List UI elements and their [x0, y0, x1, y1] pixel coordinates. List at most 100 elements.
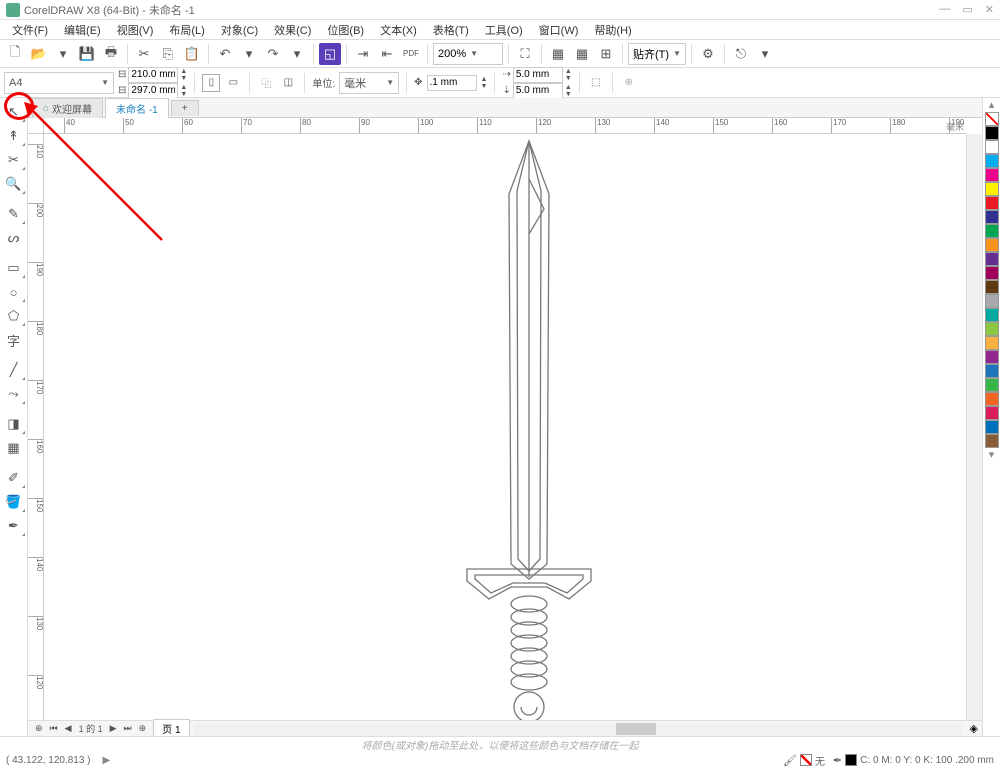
fill-indicator[interactable]: 🖌无 [783, 753, 825, 768]
treat-as-filled-icon[interactable]: ⬚ [587, 74, 605, 92]
color-swatch[interactable] [985, 266, 999, 280]
spinner-icon[interactable]: ▲▼ [180, 84, 187, 98]
color-swatch[interactable] [985, 154, 999, 168]
color-swatch[interactable] [985, 210, 999, 224]
open-dropdown[interactable]: ▾ [52, 43, 74, 65]
current-page-icon[interactable]: ◫ [279, 74, 297, 92]
units-dropdown[interactable]: 毫米▼ [339, 72, 399, 94]
menu-edit[interactable]: 编辑(E) [56, 20, 109, 40]
menu-effects[interactable]: 效果(C) [266, 20, 319, 40]
color-swatch[interactable] [985, 420, 999, 434]
search-content-button[interactable]: ◱ [319, 43, 341, 65]
color-swatch[interactable] [985, 252, 999, 266]
parallel-dim-tool[interactable]: ╱ [2, 359, 26, 381]
navigator-button[interactable]: ◈ [966, 722, 982, 735]
pick-tool[interactable]: ↖ [2, 101, 26, 123]
page-prev-button[interactable]: ◀ [62, 723, 75, 734]
color-swatch[interactable] [985, 294, 999, 308]
sword-drawing[interactable] [449, 139, 609, 720]
drawing-canvas[interactable] [44, 134, 966, 720]
shape-tool[interactable]: ↟ [2, 125, 26, 147]
new-button[interactable]: 🗋 [4, 43, 26, 65]
freehand-tool[interactable]: ✎ [2, 203, 26, 225]
spinner-icon[interactable]: ▲▼ [565, 84, 572, 98]
palette-up-button[interactable]: ▴ [983, 98, 1000, 112]
outline-indicator[interactable]: ✒C: 0 M: 0 Y: 0 K: 100 .200 mm [833, 754, 994, 767]
tab-document[interactable]: 未命名 -1 [105, 98, 169, 118]
artistic-media-tool[interactable]: ᔕ [2, 227, 26, 249]
save-button[interactable]: 💾 [76, 43, 98, 65]
redo-dropdown[interactable]: ▾ [286, 43, 308, 65]
page-height-input[interactable] [128, 83, 178, 99]
color-swatch[interactable] [985, 378, 999, 392]
page-first-button[interactable]: ⏮ [47, 723, 61, 734]
maximize-button[interactable]: ▭ [962, 3, 972, 16]
outline-tool[interactable]: ✒ [2, 515, 26, 537]
tab-add[interactable]: + [171, 100, 199, 116]
portrait-button[interactable]: ▯ [202, 74, 220, 92]
crop-tool[interactable]: ✂ [2, 149, 26, 171]
page-next-button[interactable]: ▶ [107, 723, 120, 734]
drop-shadow-tool[interactable]: ◨ [2, 413, 26, 435]
color-swatch[interactable] [985, 308, 999, 322]
paste-button[interactable]: 📋 [181, 43, 203, 65]
menu-text[interactable]: 文本(X) [372, 20, 425, 40]
dup-x-input[interactable] [513, 67, 563, 83]
page-last-button[interactable]: ⏭ [121, 723, 135, 734]
scrollbar-thumb[interactable] [616, 723, 656, 735]
color-swatch[interactable] [985, 336, 999, 350]
transparency-tool[interactable]: ▦ [2, 437, 26, 459]
page-add-button[interactable]: ⊕ [136, 723, 150, 734]
horizontal-scrollbar[interactable] [194, 723, 962, 735]
color-swatch[interactable] [985, 350, 999, 364]
color-swatch[interactable] [985, 196, 999, 210]
color-swatch[interactable] [985, 322, 999, 336]
page-width-input[interactable] [128, 67, 178, 83]
connector-tool[interactable]: ⤳ [2, 383, 26, 405]
zoom-tool[interactable]: 🔍 [2, 173, 26, 195]
eyedropper-tool[interactable]: ✐ [2, 467, 26, 489]
redo-button[interactable]: ↷ [262, 43, 284, 65]
menu-help[interactable]: 帮助(H) [586, 20, 639, 40]
color-swatch[interactable] [985, 406, 999, 420]
color-swatch[interactable] [985, 140, 999, 154]
fullscreen-button[interactable]: ⛶ [514, 43, 536, 65]
page-first-button[interactable]: ⊕ [32, 723, 46, 734]
polygon-tool[interactable]: ⬠ [2, 305, 26, 327]
guides-button[interactable]: ⊞ [595, 43, 617, 65]
menu-view[interactable]: 视图(V) [109, 20, 162, 40]
palette-down-button[interactable]: ▾ [983, 448, 1000, 462]
ellipse-tool[interactable]: ○ [2, 281, 26, 303]
cut-button[interactable]: ✂ [133, 43, 155, 65]
copy-button[interactable]: ⎘ [157, 43, 179, 65]
pdf-button[interactable]: PDF [400, 43, 422, 65]
color-swatch[interactable] [985, 168, 999, 182]
color-swatch[interactable] [985, 126, 999, 140]
rulers-button[interactable]: ▦ [547, 43, 569, 65]
menu-layout[interactable]: 布局(L) [161, 20, 212, 40]
dup-y-input[interactable] [513, 83, 563, 99]
landscape-button[interactable]: ▭ [224, 74, 242, 92]
color-swatch[interactable] [985, 182, 999, 196]
swatch-none[interactable] [985, 112, 999, 126]
color-swatch[interactable] [985, 238, 999, 252]
spinner-icon[interactable]: ▲▼ [565, 68, 572, 82]
zoom-dropdown[interactable]: 200%▼ [433, 43, 503, 65]
spinner-icon[interactable]: ▲▼ [180, 68, 187, 82]
menu-window[interactable]: 窗口(W) [531, 20, 587, 40]
color-swatch[interactable] [985, 224, 999, 238]
menu-tools[interactable]: 工具(O) [477, 20, 531, 40]
rectangle-tool[interactable]: ▭ [2, 257, 26, 279]
page-size-dropdown[interactable]: A4▼ [4, 72, 114, 94]
launch-dropdown[interactable]: ▾ [754, 43, 776, 65]
minimize-button[interactable]: — [939, 3, 950, 16]
color-swatch[interactable] [985, 434, 999, 448]
menu-bitmap[interactable]: 位图(B) [319, 20, 372, 40]
print-button[interactable]: 🖶 [100, 43, 122, 65]
all-pages-icon[interactable]: ⿻ [257, 74, 275, 92]
import-button[interactable]: ⇥ [352, 43, 374, 65]
horizontal-ruler[interactable]: 4050607080901001101201301401501601701801… [44, 118, 966, 134]
text-tool[interactable]: 字 [2, 329, 26, 351]
menu-file[interactable]: 文件(F) [4, 20, 56, 40]
color-swatch[interactable] [985, 392, 999, 406]
